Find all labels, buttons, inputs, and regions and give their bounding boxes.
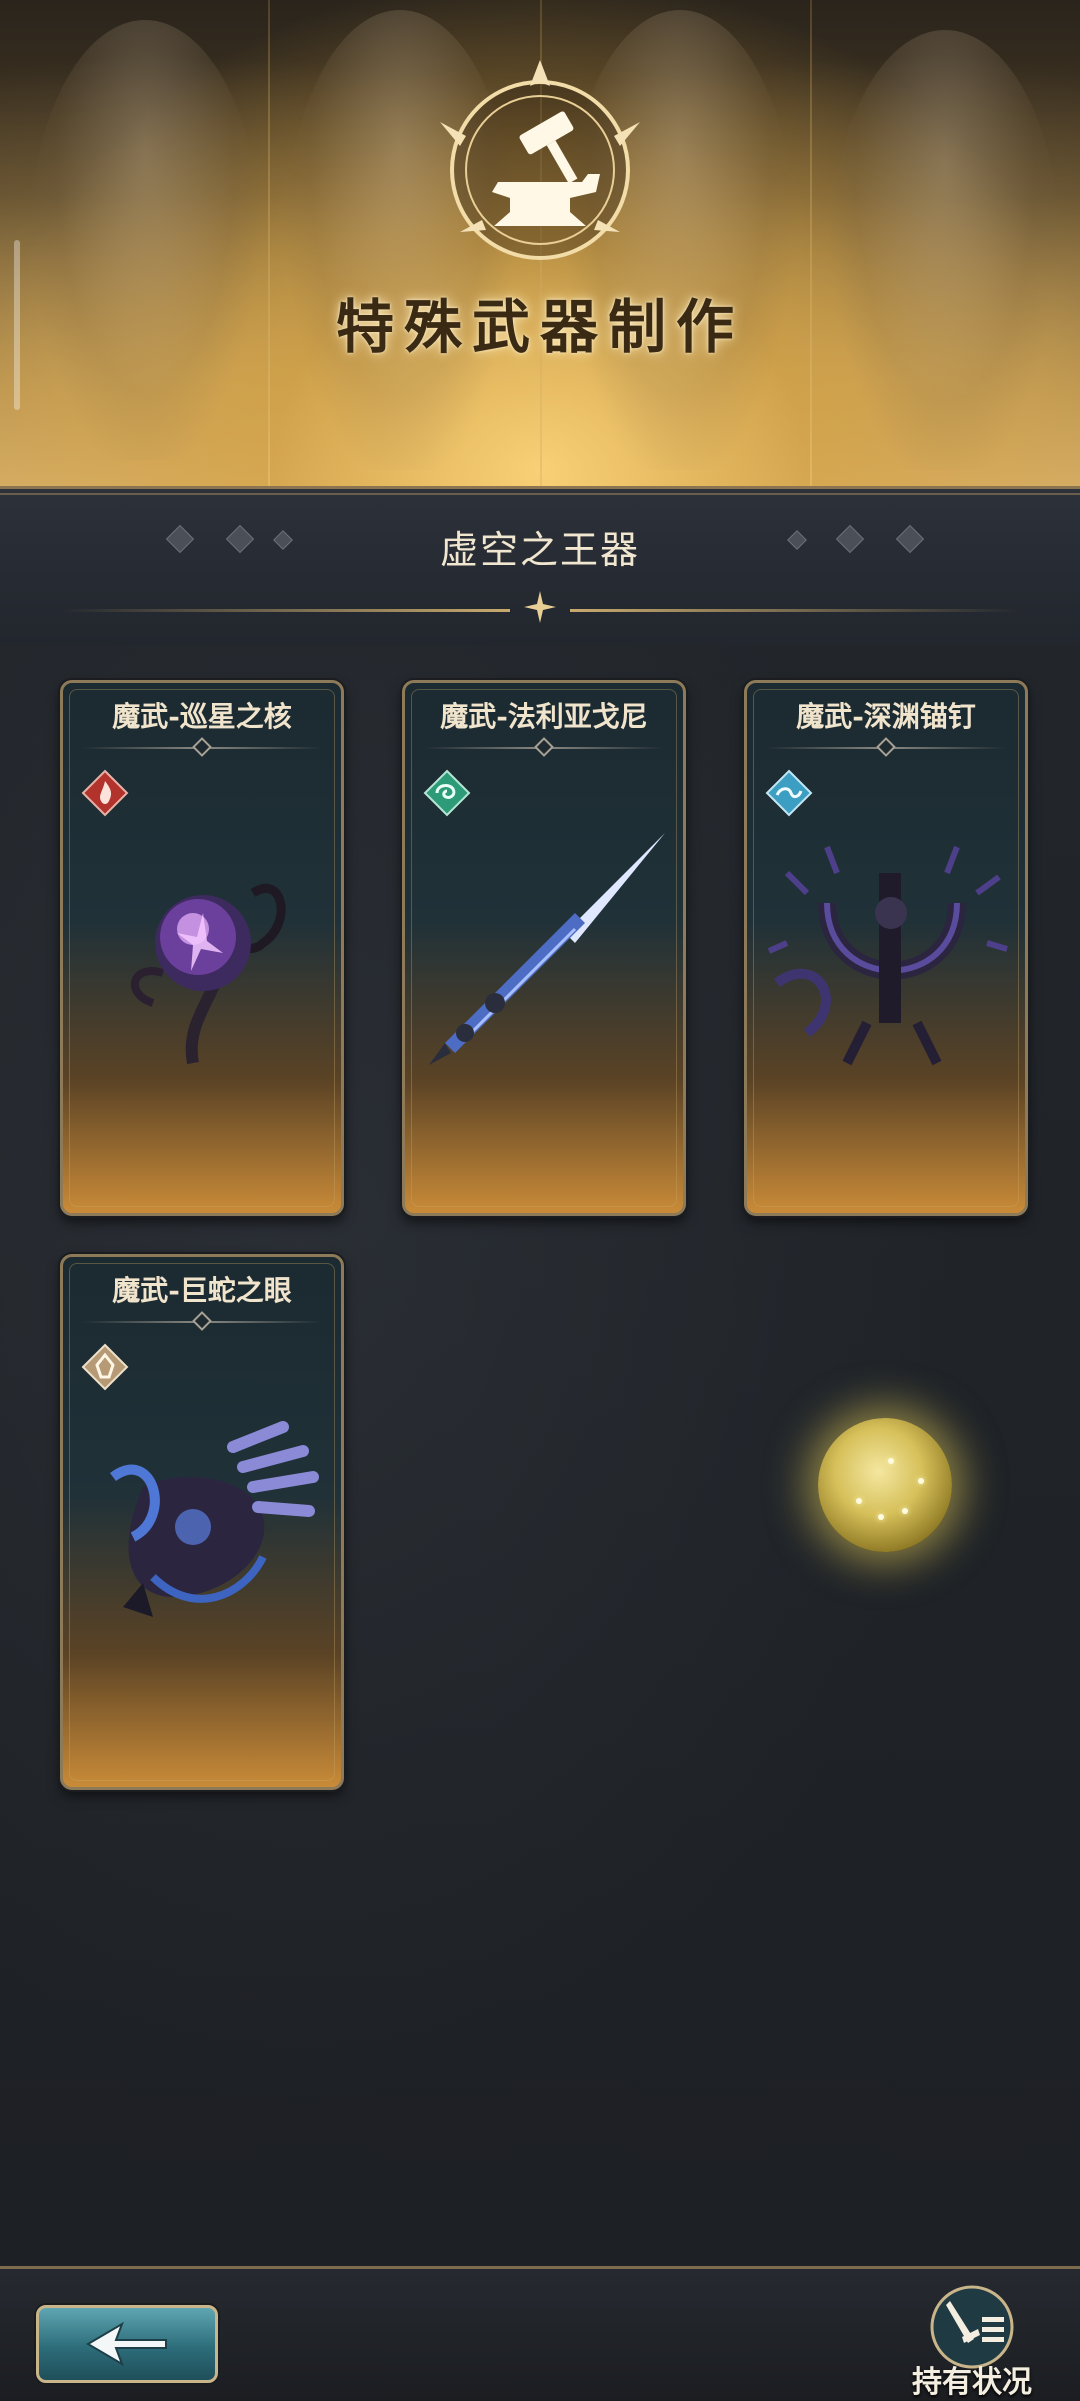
orb-sparkle xyxy=(902,1508,908,1514)
weapon-card-4[interactable]: 魔武-巨蛇之眼 xyxy=(60,1254,344,1790)
weapon-card-3[interactable]: 魔武-深渊锚钉 xyxy=(744,680,1028,1216)
back-arrow-icon xyxy=(86,2321,167,2367)
header-deco-line xyxy=(570,609,1020,612)
anvil-hammer-icon xyxy=(440,60,640,260)
star-ornament-icon xyxy=(524,591,556,623)
flame-icon xyxy=(81,769,129,817)
title-banner: 特殊武器制作 xyxy=(0,0,1080,492)
weapon-name: 魔武-法利亚戈尼 xyxy=(440,700,648,733)
orb-sparkle xyxy=(878,1514,884,1520)
card-divider-ornament xyxy=(192,1311,212,1331)
header-deco-line xyxy=(60,609,510,612)
weapon-grid: 魔武-巡星之核 魔武-法利亚戈尼 魔武-深渊锚钉 魔武-巨蛇之眼 xyxy=(0,646,1080,2266)
holding-status-label: 持有状况 xyxy=(912,2365,1032,2400)
banner-divider xyxy=(268,0,270,492)
card-divider-ornament xyxy=(534,737,554,757)
weapon-name: 魔武-深渊锚钉 xyxy=(796,700,976,733)
glowing-orb[interactable] xyxy=(818,1418,952,1552)
weapon-name: 魔武-巡星之核 xyxy=(112,700,292,733)
swirl-icon xyxy=(423,769,471,817)
section-header: 虚空之王器 xyxy=(0,486,1080,646)
banner-divider xyxy=(810,0,812,492)
weapon-card-2[interactable]: 魔武-法利亚戈尼 xyxy=(402,680,686,1216)
holding-status-button[interactable]: 持有状况 xyxy=(902,2281,1042,2401)
serpent-gauntlet-art xyxy=(110,1421,319,1617)
weapon-name: 魔武-巨蛇之眼 xyxy=(112,1274,292,1307)
bottom-bar: 持有状况 xyxy=(0,2266,1080,2401)
banner-character-art xyxy=(30,20,260,460)
section-title: 虚空之王器 xyxy=(439,528,640,572)
back-button[interactable] xyxy=(36,2305,218,2383)
wave-icon xyxy=(765,769,813,817)
weapon-card-1[interactable]: 魔武-巡星之核 xyxy=(60,680,344,1216)
spiked-anchor-art xyxy=(767,845,1008,1066)
orb-sparkle xyxy=(888,1458,894,1464)
card-divider-ornament xyxy=(192,737,212,757)
orb-sparkle xyxy=(856,1498,862,1504)
orb-sparkle xyxy=(918,1478,924,1484)
banner-character-art xyxy=(830,30,1060,470)
blue-spear-art xyxy=(429,833,665,1065)
crystal-icon xyxy=(81,1343,129,1391)
page-title: 特殊武器制作 xyxy=(335,293,744,361)
purple-orb-staff-art xyxy=(130,883,286,1065)
card-divider-ornament xyxy=(876,737,896,757)
